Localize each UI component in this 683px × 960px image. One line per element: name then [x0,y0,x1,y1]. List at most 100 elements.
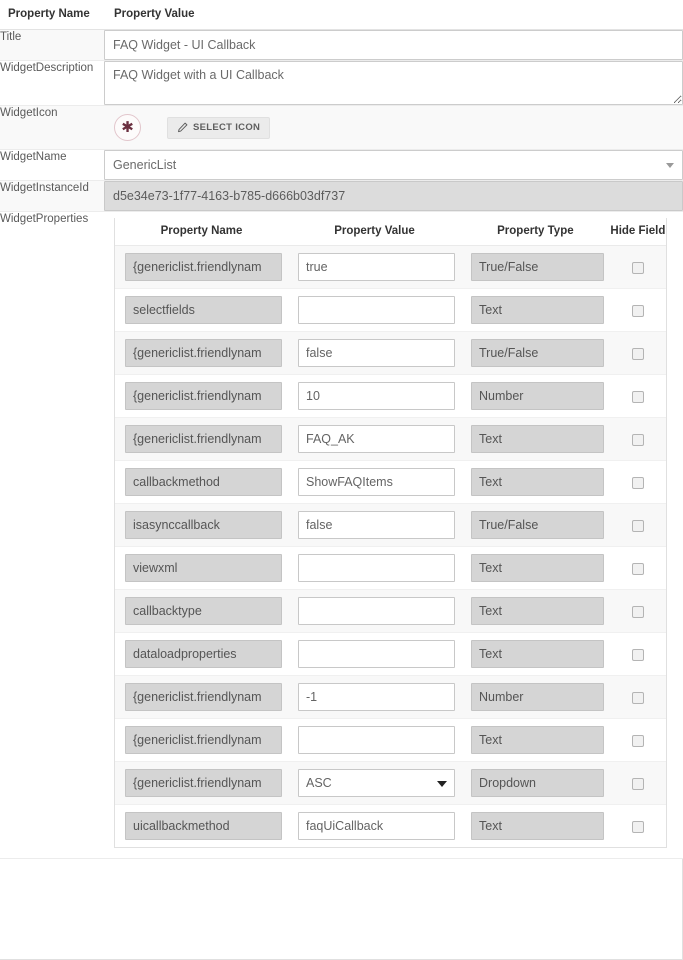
cell-hide-field [610,375,666,418]
property-value-input[interactable] [298,726,455,754]
row-widget-icon: WidgetIcon ✱ SELECT ICON [0,106,683,150]
property-type-input[interactable] [471,511,604,539]
property-name-input[interactable] [125,511,282,539]
cell-property-value [288,375,461,418]
label-widget-instance-id: WidgetInstanceId [0,181,104,212]
property-value-input[interactable] [298,683,455,711]
property-name-input[interactable] [125,296,282,324]
cell-property-type [461,289,610,332]
property-type-input[interactable] [471,726,604,754]
cell-widget-properties-value: Property Name Property Value Property Ty… [104,212,683,859]
widget-name-select[interactable] [104,150,683,180]
row-widget-instance-id: WidgetInstanceId [0,181,683,212]
property-type-input[interactable] [471,683,604,711]
property-value-input[interactable] [298,812,455,840]
cell-property-value [288,246,461,289]
property-type-input[interactable] [471,554,604,582]
property-type-input[interactable] [471,339,604,367]
hide-field-checkbox[interactable] [632,520,644,532]
property-value-input[interactable] [298,468,455,496]
cell-hide-field [610,762,666,805]
property-name-input[interactable] [125,683,282,711]
property-type-input[interactable] [471,296,604,324]
cell-hide-field [610,676,666,719]
cell-property-value [288,762,461,805]
widget-description-textarea[interactable]: FAQ Widget with a UI Callback [104,61,683,105]
hide-field-checkbox[interactable] [632,477,644,489]
property-name-input[interactable] [125,812,282,840]
hide-field-checkbox[interactable] [632,348,644,360]
cell-property-name [115,547,288,590]
property-type-input[interactable] [471,812,604,840]
property-type-input[interactable] [471,640,604,668]
cell-property-name [115,762,288,805]
property-value-input[interactable] [298,425,455,453]
property-type-input[interactable] [471,468,604,496]
property-type-input[interactable] [471,597,604,625]
property-name-input[interactable] [125,769,282,797]
property-name-input[interactable] [125,726,282,754]
property-name-input[interactable] [125,468,282,496]
cell-property-type [461,504,610,547]
cell-hide-field [610,805,666,848]
property-name-input[interactable] [125,597,282,625]
hide-field-checkbox[interactable] [632,563,644,575]
table-row [115,504,666,547]
property-name-input[interactable] [125,425,282,453]
cell-property-value [288,504,461,547]
select-icon-button[interactable]: SELECT ICON [167,117,270,139]
property-type-input[interactable] [471,382,604,410]
hide-field-checkbox[interactable] [632,434,644,446]
property-value-input[interactable] [298,511,455,539]
cell-hide-field [610,418,666,461]
row-widget-name: WidgetName [0,150,683,181]
property-value-input[interactable] [298,339,455,367]
property-value-input[interactable] [298,296,455,324]
cell-hide-field [610,719,666,762]
hide-field-checkbox[interactable] [632,262,644,274]
cell-hide-field [610,590,666,633]
property-type-input[interactable] [471,425,604,453]
cell-hide-field [610,633,666,676]
property-name-input[interactable] [125,554,282,582]
cell-property-type [461,246,610,289]
property-name-input[interactable] [125,640,282,668]
property-value-input[interactable] [298,640,455,668]
outer-table-header: Property Name Property Value [0,0,683,30]
property-type-input[interactable] [471,253,604,281]
property-value-select-value[interactable] [298,769,455,797]
hide-field-checkbox[interactable] [632,692,644,704]
property-value-select[interactable] [298,769,455,797]
table-row [115,719,666,762]
property-value-input[interactable] [298,253,455,281]
cell-widget-instance-id-value [104,181,683,212]
property-name-input[interactable] [125,253,282,281]
property-value-input[interactable] [298,382,455,410]
widget-name-select-value[interactable] [104,150,683,180]
widget-properties-panel: Property Name Property Value Property Ty… [114,218,667,848]
property-type-input[interactable] [471,769,604,797]
row-title: Title [0,30,683,61]
hide-field-checkbox[interactable] [632,778,644,790]
hide-field-checkbox[interactable] [632,391,644,403]
hide-field-checkbox[interactable] [632,649,644,661]
property-value-input[interactable] [298,597,455,625]
hide-field-checkbox[interactable] [632,606,644,618]
property-name-input[interactable] [125,382,282,410]
col-header-property-name: Property Name [115,218,288,246]
property-name-input[interactable] [125,339,282,367]
hide-field-checkbox[interactable] [632,735,644,747]
cell-property-value [288,719,461,762]
hide-field-checkbox[interactable] [632,821,644,833]
cell-property-name [115,332,288,375]
cell-hide-field [610,461,666,504]
table-row [115,418,666,461]
title-input[interactable] [104,30,683,60]
cell-property-value [288,418,461,461]
asterisk-icon-glyph: ✱ [121,120,134,135]
cell-property-type [461,719,610,762]
cell-property-value [288,547,461,590]
property-value-input[interactable] [298,554,455,582]
outer-table-body: Title WidgetDescription FAQ Widget with … [0,30,683,859]
hide-field-checkbox[interactable] [632,305,644,317]
